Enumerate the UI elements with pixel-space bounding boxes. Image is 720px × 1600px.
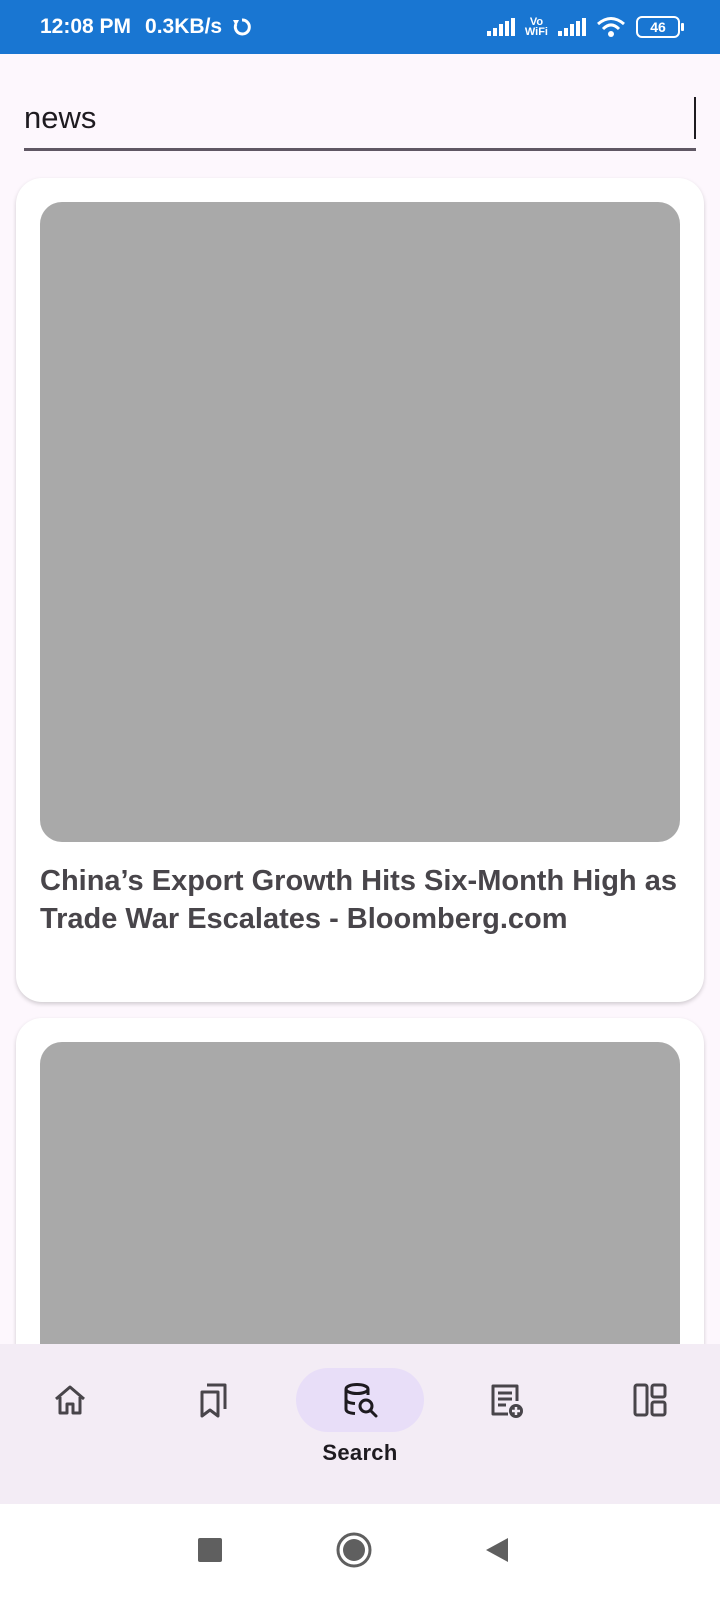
add-note-icon: [491, 1384, 523, 1418]
battery-level: 46: [650, 19, 666, 35]
vowifi-bottom: WiFi: [524, 26, 548, 38]
wifi-icon: [597, 17, 625, 37]
back-button[interactable]: [482, 1534, 514, 1566]
search-input[interactable]: news: [24, 100, 693, 136]
status-left: 12:08 PM 0.3KB/s: [40, 15, 252, 39]
nav-add-note-pill: [442, 1368, 570, 1432]
nav-search-pill: [296, 1368, 424, 1432]
signal-icon: [486, 18, 515, 36]
article-card[interactable]: China’s Export Growth Hits Six-Month Hig…: [16, 178, 704, 1002]
nav-dashboard[interactable]: [586, 1368, 714, 1478]
text-cursor: [694, 97, 696, 139]
article-headline: China’s Export Growth Hits Six-Month Hig…: [40, 865, 677, 935]
system-navigation-bar: [0, 1504, 720, 1600]
battery-indicator: 46: [636, 16, 684, 38]
status-bar: 12:08 PM 0.3KB/s Vo WiFi 46: [0, 0, 720, 54]
nav-home[interactable]: [6, 1368, 134, 1478]
article-thumbnail: [40, 202, 680, 842]
status-right: Vo WiFi 46: [486, 16, 684, 38]
search-database-icon: [344, 1383, 378, 1418]
home-button[interactable]: [334, 1530, 374, 1570]
nav-bookmarks-pill: [150, 1368, 278, 1432]
network-speed: 0.3KB/s: [145, 15, 223, 38]
nav-bookmarks[interactable]: [150, 1368, 278, 1478]
vowifi-indicator: Vo WiFi: [524, 17, 548, 38]
nav-add-note[interactable]: [442, 1368, 570, 1478]
nav-search[interactable]: Search: [296, 1368, 424, 1478]
dashboard-icon: [633, 1383, 667, 1417]
search-field[interactable]: news: [24, 88, 696, 151]
signal-icon-2: [558, 18, 586, 36]
nav-dashboard-pill: [586, 1368, 714, 1432]
home-icon: [55, 1385, 85, 1415]
nav-search-label: Search: [322, 1440, 398, 1465]
bottom-navigation: Search: [0, 1344, 720, 1504]
sync-icon: [233, 18, 251, 36]
recents-button[interactable]: [194, 1534, 226, 1566]
nav-home-pill: [6, 1368, 134, 1432]
bookmarks-icon: [200, 1383, 227, 1418]
status-time: 12:08 PM: [40, 15, 132, 38]
